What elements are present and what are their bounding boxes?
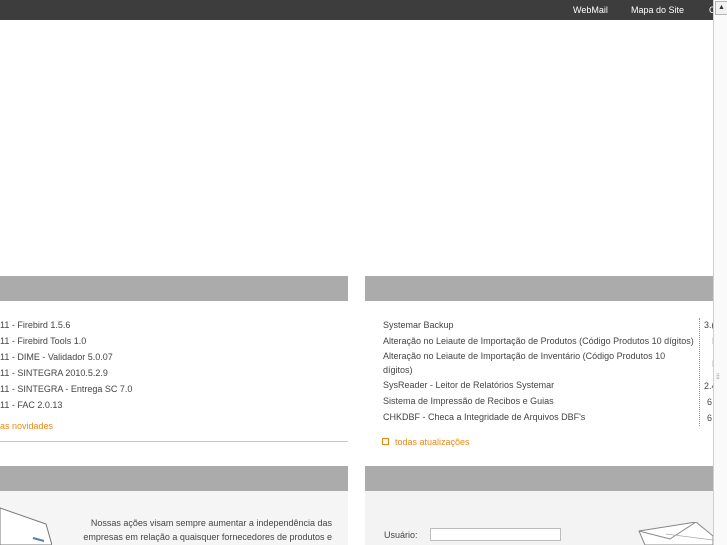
update-item[interactable]: Systemar Backup [383, 320, 454, 330]
vertical-scrollbar[interactable]: ▲ ⁞⁞⁞ [713, 0, 727, 545]
all-updates-link[interactable]: todas atualizações [382, 437, 470, 447]
username-label: Usuário: [384, 530, 418, 540]
update-version: 6 [707, 397, 713, 407]
about-text: Nossas ações visam sempre aumentar a ind… [70, 517, 332, 544]
webmail-link[interactable]: WebMail [573, 5, 608, 15]
about-text-line: Nossas ações visam sempre aumentar a ind… [90, 518, 332, 528]
document-icon [0, 507, 52, 545]
all-updates-label: todas atualizações [395, 437, 470, 447]
login-panel-header [365, 466, 713, 491]
scrollbar-grip-icon[interactable]: ⁞⁞⁞ [716, 374, 726, 390]
all-news-link[interactable]: as novidades [0, 421, 53, 431]
updates-panel-body: Systemar Backup Alteração no Leiaute de … [365, 301, 713, 457]
site-map-link[interactable]: Mapa do Site [631, 5, 684, 15]
news-item[interactable]: 11 - FAC 2.0.13 [0, 400, 62, 410]
news-panel-header [0, 276, 348, 301]
update-item[interactable]: Alteração no Leiaute de Importação de In… [383, 351, 665, 361]
update-item[interactable]: Sistema de Impressão de Recibos e Guias [383, 396, 554, 406]
about-text-line: empresas em relação a quaisquer forneced… [83, 531, 332, 542]
scroll-up-arrow-icon[interactable]: ▲ [715, 1, 727, 15]
square-bullet-icon [382, 438, 389, 446]
update-item[interactable]: SysReader - Leitor de Relatórios Systema… [383, 380, 554, 390]
news-item[interactable]: 11 - Firebird Tools 1.0 [0, 336, 86, 346]
username-input[interactable] [430, 528, 561, 541]
news-item[interactable]: 11 - SINTEGRA - Entrega SC 7.0 [0, 384, 132, 394]
news-item[interactable]: 11 - Firebird 1.5.6 [0, 320, 70, 330]
update-item-continued[interactable]: dígitos) [383, 365, 413, 375]
news-panel-divider [0, 441, 348, 442]
update-version: 6 [707, 413, 713, 423]
updates-panel-header [365, 276, 713, 301]
news-panel-body: 11 - Firebird 1.5.6 11 - Firebird Tools … [0, 301, 348, 441]
about-panel-header [0, 466, 348, 491]
envelope-icon [638, 522, 713, 545]
update-item[interactable]: CHKDBF - Checa a Integridade de Arquivos… [383, 412, 585, 422]
news-item[interactable]: 11 - DIME - Validador 5.0.07 [0, 352, 113, 362]
news-item[interactable]: 11 - SINTEGRA 2010.5.2.9 [0, 368, 108, 378]
updates-column-divider [699, 318, 700, 426]
top-navigation-bar: WebMail Mapa do Site C [0, 0, 727, 20]
update-item[interactable]: Alteração no Leiaute de Importação de Pr… [383, 336, 694, 346]
